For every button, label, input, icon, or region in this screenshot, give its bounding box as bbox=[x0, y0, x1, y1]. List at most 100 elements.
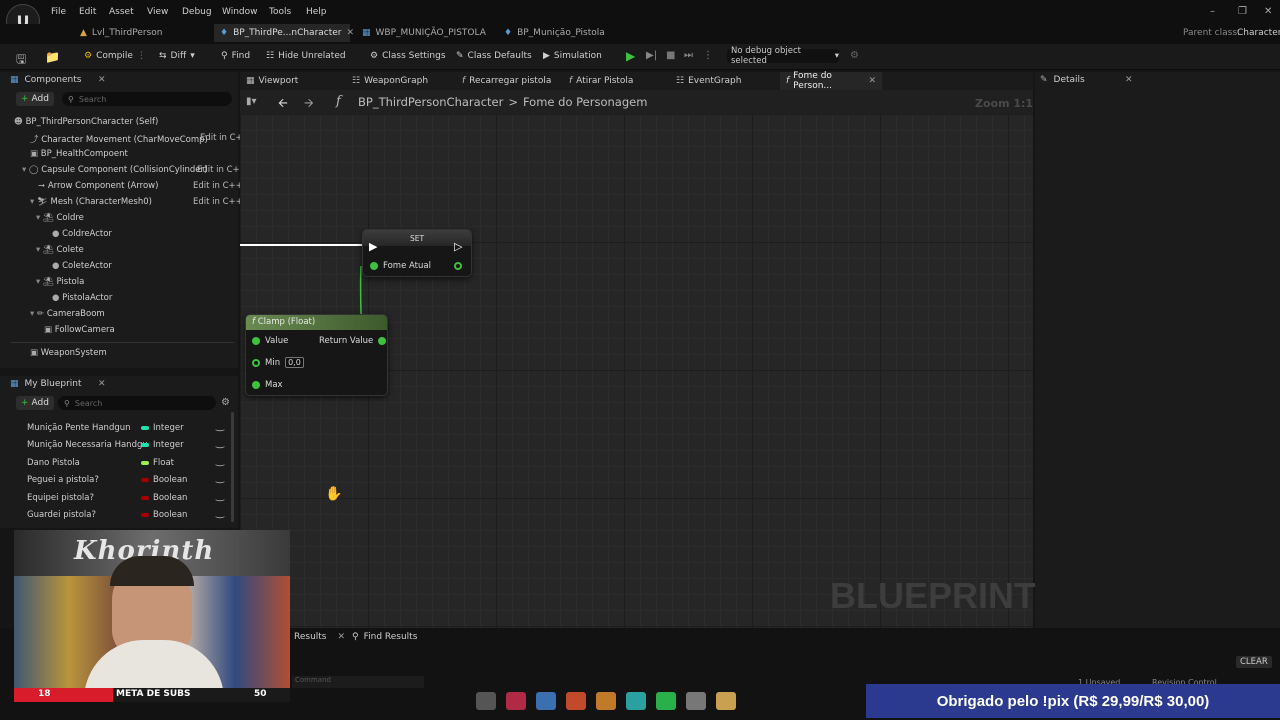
play-icon[interactable]: ▶ bbox=[626, 49, 635, 63]
visibility-eye-icon[interactable]: ‿ bbox=[216, 508, 224, 519]
menu-tools[interactable]: Tools bbox=[269, 7, 291, 17]
component-arrow[interactable]: ➞ Arrow Component (Arrow) bbox=[38, 181, 158, 191]
add-member-button[interactable]: + Add bbox=[16, 396, 54, 410]
hide-unrelated-button[interactable]: ☷ Hide Unrelated bbox=[266, 51, 346, 61]
my-blueprint-search-input[interactable]: ⚲ Search bbox=[58, 396, 216, 410]
browse-icon[interactable]: 📁 bbox=[45, 50, 60, 64]
component-mesh[interactable]: ▾ ⛷ Mesh (CharacterMesh0) bbox=[30, 197, 152, 207]
component-colete[interactable]: ▾ ⛱ Colete bbox=[36, 245, 84, 255]
edit-in-cpp-link[interactable]: Edit in C++ bbox=[193, 181, 243, 191]
component-camera-boom[interactable]: ▾ ✏ CameraBoom bbox=[30, 309, 105, 319]
edit-in-cpp-link[interactable]: Edit in C++ bbox=[193, 197, 243, 207]
clamp-min-pin[interactable]: Min 0,0 bbox=[252, 357, 304, 368]
menu-edit[interactable]: Edit bbox=[79, 7, 96, 17]
component-self[interactable]: ☻ BP_ThirdPersonCharacter (Self) bbox=[14, 117, 158, 127]
clear-button[interactable]: CLEAR bbox=[1236, 656, 1272, 668]
components-search-input[interactable]: ⚲ Search bbox=[62, 92, 232, 106]
debug-object-select[interactable]: No debug object selected ▾ bbox=[727, 46, 839, 66]
component-colete-actor[interactable]: ● ColeteActor bbox=[52, 261, 112, 271]
command-input[interactable]: Command bbox=[292, 676, 424, 688]
tab-level[interactable]: ▲ Lvl_ThirdPerson bbox=[74, 24, 168, 42]
class-defaults-button[interactable]: ✎ Class Defaults bbox=[456, 51, 532, 61]
clamp-value-pin[interactable]: Value bbox=[252, 336, 288, 346]
forward-arrow-icon[interactable]: 🡪 bbox=[304, 94, 314, 115]
compile-options-icon[interactable]: ⋮ bbox=[137, 51, 146, 61]
tab-event-graph[interactable]: ☷ EventGraph bbox=[676, 74, 741, 88]
minimize-icon[interactable]: – bbox=[1210, 6, 1215, 17]
back-arrow-icon[interactable]: 🡨 bbox=[278, 94, 288, 115]
bookmark-icon[interactable]: ▮▾ bbox=[246, 96, 257, 107]
menu-view[interactable]: View bbox=[147, 7, 168, 17]
tab-find-results[interactable]: ⚲ Find Results bbox=[352, 632, 417, 642]
component-pistola-actor[interactable]: ● PistolaActor bbox=[52, 293, 112, 303]
compile-button[interactable]: ⚙ Compile ⋮ bbox=[84, 51, 146, 61]
component-health[interactable]: ▣ BP_HealthCompoent bbox=[30, 149, 128, 159]
stop-icon[interactable]: ■ bbox=[666, 50, 675, 61]
maximize-icon[interactable]: ❐ bbox=[1238, 6, 1247, 17]
tab-results[interactable]: Results ✕ bbox=[294, 632, 345, 642]
variable-row[interactable]: Munição Necessaria Handgu bbox=[27, 440, 148, 450]
tab-blueprint-active[interactable]: ♦ BP_ThirdPe...nCharacter ✕ bbox=[214, 24, 354, 42]
app-icon[interactable] bbox=[476, 692, 496, 710]
gear-icon[interactable]: ⚙ bbox=[221, 397, 230, 408]
variable-type[interactable]: Boolean bbox=[141, 493, 187, 503]
component-weapon-system[interactable]: ▣ WeaponSystem bbox=[30, 348, 107, 358]
menu-help[interactable]: Help bbox=[306, 7, 327, 17]
collapse-icon[interactable]: ▾ bbox=[36, 213, 40, 223]
app-icon[interactable] bbox=[656, 692, 676, 710]
tab-close-icon[interactable]: ✕ bbox=[338, 632, 346, 642]
exec-out-pin[interactable]: ▷ bbox=[454, 240, 462, 253]
menu-asset[interactable]: Asset bbox=[109, 7, 134, 17]
tab-widget[interactable]: ▦ WBP_MUNIÇÃO_PISTOLA bbox=[356, 24, 492, 42]
visibility-eye-icon[interactable]: ‿ bbox=[216, 438, 224, 449]
variable-row[interactable]: Dano Pistola bbox=[27, 458, 80, 468]
menu-file[interactable]: File bbox=[51, 7, 66, 17]
fome-atual-out-pin[interactable] bbox=[454, 262, 462, 270]
component-capsule[interactable]: ▾ ◯ Capsule Component (CollisionCylinder… bbox=[22, 165, 207, 175]
visibility-eye-icon[interactable]: ‿ bbox=[216, 491, 224, 502]
collapse-icon[interactable]: ▾ bbox=[36, 245, 40, 255]
diff-button[interactable]: ⇆ Diff ▾ bbox=[159, 51, 195, 61]
collapse-icon[interactable]: ▾ bbox=[30, 197, 34, 207]
find-button[interactable]: ⚲ Find bbox=[221, 51, 250, 61]
tab-viewport[interactable]: ▦ Viewport bbox=[246, 74, 298, 88]
app-icon[interactable] bbox=[716, 692, 736, 710]
close-window-icon[interactable]: ✕ bbox=[1264, 6, 1272, 17]
tab-close-icon[interactable]: ✕ bbox=[868, 76, 876, 86]
component-coldre-actor[interactable]: ● ColdreActor bbox=[52, 229, 112, 239]
variable-type[interactable]: Boolean bbox=[141, 475, 187, 485]
skip-icon[interactable]: ⏭ bbox=[684, 50, 693, 61]
breadcrumb-root[interactable]: BP_ThirdPersonCharacter bbox=[358, 95, 503, 109]
variable-type[interactable]: Integer bbox=[141, 423, 184, 433]
step-icon[interactable]: ▶| bbox=[646, 50, 657, 61]
visibility-eye-icon[interactable]: ‿ bbox=[216, 421, 224, 432]
app-icon[interactable] bbox=[566, 692, 586, 710]
clamp-max-pin[interactable]: Max bbox=[252, 380, 283, 390]
variable-type[interactable]: Boolean bbox=[141, 510, 187, 520]
app-icon[interactable] bbox=[686, 692, 706, 710]
app-icon[interactable] bbox=[596, 692, 616, 710]
edit-in-cpp-link[interactable]: Edit in C+ bbox=[200, 133, 243, 143]
play-options-icon[interactable]: ⋮ bbox=[703, 50, 713, 61]
component-pistola[interactable]: ▾ ⛱ Pistola bbox=[36, 277, 84, 287]
variable-type[interactable]: Integer bbox=[141, 440, 184, 450]
visibility-eye-icon[interactable]: ‿ bbox=[216, 473, 224, 484]
debug-filter-icon[interactable]: ⚙ bbox=[850, 50, 859, 61]
app-icon[interactable] bbox=[506, 692, 526, 710]
variable-row[interactable]: Guardei pistola? bbox=[27, 510, 96, 520]
scrollbar[interactable] bbox=[231, 412, 234, 522]
exec-in-pin[interactable]: ▶ bbox=[369, 240, 377, 253]
tab-recarregar-pistola[interactable]: f Recarregar pistola bbox=[462, 74, 551, 88]
variable-type[interactable]: Float bbox=[141, 458, 174, 468]
tab-close-icon[interactable]: ✕ bbox=[347, 28, 355, 38]
collapse-icon[interactable]: ▾ bbox=[22, 165, 26, 175]
tab-weapon-graph[interactable]: ☷ WeaponGraph bbox=[352, 74, 428, 88]
components-close-icon[interactable]: ✕ bbox=[98, 75, 106, 85]
component-follow-camera[interactable]: ▣ FollowCamera bbox=[44, 325, 115, 335]
visibility-eye-icon[interactable]: ‿ bbox=[216, 456, 224, 467]
variable-row[interactable]: Munição Pente Handgun bbox=[27, 423, 131, 433]
breadcrumb-current[interactable]: Fome do Personagem bbox=[523, 95, 647, 109]
edit-in-cpp-link[interactable]: Edit in C+ bbox=[197, 165, 240, 175]
min-value-input[interactable]: 0,0 bbox=[285, 357, 304, 368]
tab-fome-do-personagem-active[interactable]: f Fome do Person... ✕ bbox=[780, 71, 882, 91]
